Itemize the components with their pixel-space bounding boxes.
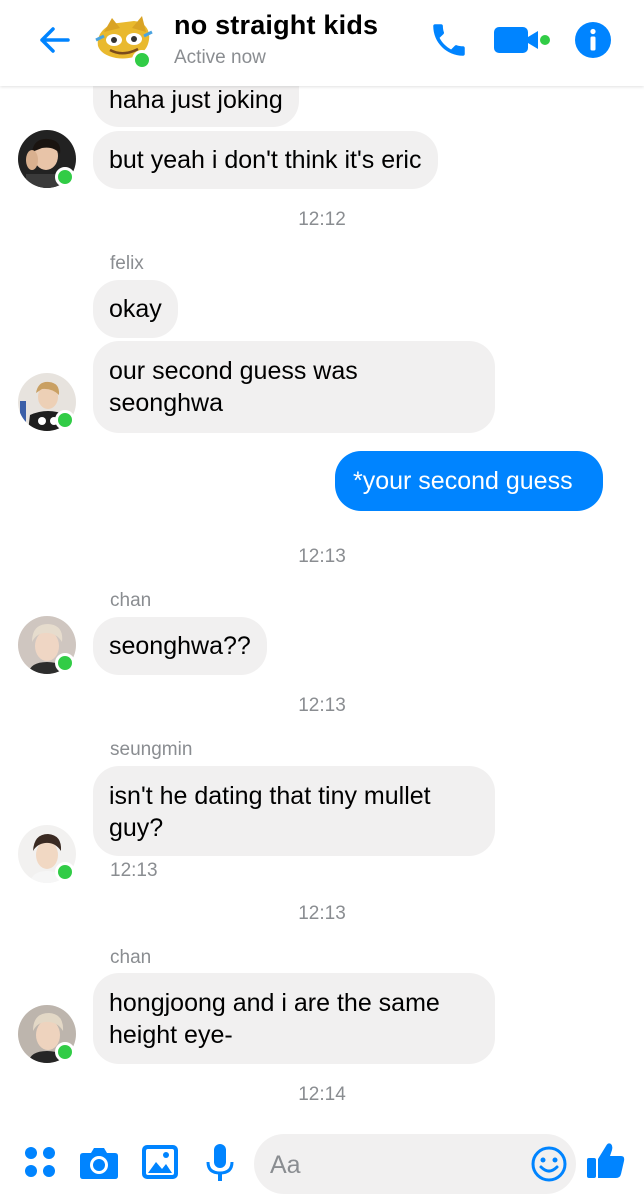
sender-name: felix	[110, 253, 144, 274]
message-text: haha just joking	[109, 86, 283, 114]
sender-name: chan	[110, 947, 152, 968]
voice-clip-button[interactable]	[198, 1140, 242, 1184]
message-text: okay	[109, 295, 162, 323]
video-camera-icon	[494, 27, 550, 53]
sender-name: chan	[110, 590, 152, 611]
avatar[interactable]	[18, 616, 76, 674]
thumbs-up-icon	[587, 1143, 625, 1178]
message-bubble[interactable]: okay	[93, 280, 178, 338]
group-avatar[interactable]	[92, 10, 154, 72]
more-apps-button[interactable]	[18, 1140, 62, 1184]
online-indicator	[55, 653, 75, 673]
info-icon	[575, 22, 611, 58]
message-bubble[interactable]: hongjoong and i are the same height eye-	[93, 973, 495, 1064]
message-bubble[interactable]: but yeah i don't think it's eric	[93, 131, 438, 189]
message-bubble[interactable]: our second guess was seonghwa	[93, 341, 495, 433]
online-indicator	[55, 410, 75, 430]
message-line: our second guess was	[109, 357, 358, 385]
message-line: height eye-	[109, 1021, 233, 1049]
my-message-bubble[interactable]: *your second guess	[335, 451, 603, 511]
camera-icon	[80, 1148, 118, 1179]
info-button[interactable]	[573, 20, 613, 60]
message-text: *your second guess	[353, 467, 573, 495]
sender-name: seungmin	[110, 739, 193, 760]
gallery-button[interactable]	[138, 1140, 182, 1184]
timestamp: 12:12	[298, 209, 346, 230]
message-input[interactable]	[268, 1134, 512, 1196]
message-composer	[0, 1126, 644, 1200]
timestamp: 12:13	[298, 695, 346, 716]
avatar[interactable]	[18, 373, 76, 431]
online-indicator	[55, 1042, 75, 1062]
message-text: seonghwa??	[109, 632, 251, 660]
avatar[interactable]	[18, 1005, 76, 1063]
more-apps-icon	[25, 1147, 55, 1177]
active-status: Active now	[174, 47, 266, 68]
microphone-icon	[206, 1144, 234, 1181]
gallery-icon	[142, 1145, 178, 1179]
video-call-button[interactable]	[492, 21, 554, 59]
camera-button[interactable]	[77, 1140, 121, 1184]
online-indicator	[132, 50, 152, 70]
timestamp: 12:13	[298, 903, 346, 924]
conversation-title: no straight kids	[174, 10, 379, 40]
phone-icon	[433, 24, 465, 56]
emoji-button[interactable]	[530, 1145, 568, 1183]
emoji-icon	[531, 1146, 567, 1182]
message-bubble[interactable]: seonghwa??	[93, 617, 267, 675]
back-button[interactable]	[34, 20, 74, 60]
timestamp: 12:14	[298, 1084, 346, 1105]
message-input-container	[254, 1134, 576, 1196]
timestamp: 12:13	[298, 546, 346, 567]
chat-header: no straight kids Active now	[0, 0, 644, 86]
avatar[interactable]	[18, 825, 76, 883]
message-line: seonghwa	[109, 389, 223, 417]
message-bubble[interactable]: isn't he dating that tiny mullet guy?	[93, 766, 495, 856]
message-line: isn't he dating that tiny mullet	[109, 782, 431, 810]
back-arrow-icon	[40, 27, 70, 53]
online-indicator	[55, 862, 75, 882]
avatar[interactable]	[18, 130, 76, 188]
voice-call-button[interactable]	[428, 19, 470, 61]
like-button[interactable]	[584, 1138, 628, 1182]
message-time: 12:13	[110, 860, 158, 881]
message-text: but yeah i don't think it's eric	[109, 146, 422, 174]
online-indicator	[55, 167, 75, 187]
message-line: hongjoong and i are the same	[109, 989, 440, 1017]
message-line: guy?	[109, 814, 164, 842]
